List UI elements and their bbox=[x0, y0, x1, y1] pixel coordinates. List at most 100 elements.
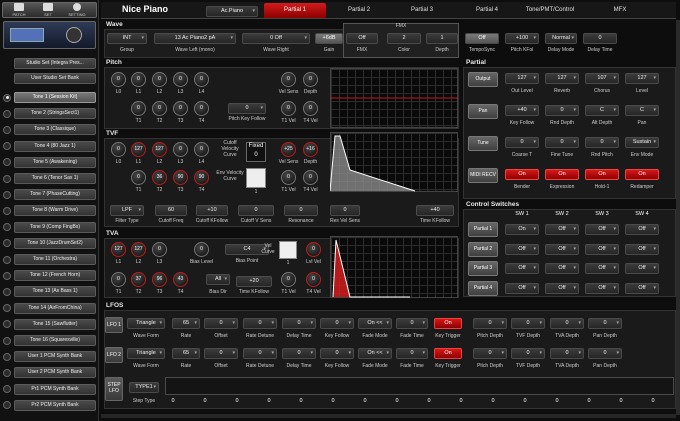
tvf-field[interactable]: +10 bbox=[196, 205, 228, 216]
lfo-field[interactable]: Triangle bbox=[127, 348, 165, 359]
partial-tune-field[interactable]: 0 bbox=[585, 137, 619, 148]
tva-vel-curve-box[interactable] bbox=[279, 241, 297, 259]
partial-pan-button[interactable]: Pan bbox=[468, 104, 498, 119]
tvf-level-knob[interactable]: 0 bbox=[111, 142, 126, 157]
sidebar-tone-item[interactable]: Tone 3 (Classique) bbox=[14, 124, 96, 136]
pitch-level-knob[interactable]: 0 bbox=[194, 72, 209, 87]
sidebar-tone-radio[interactable] bbox=[3, 271, 11, 280]
pitch-level-knob[interactable]: 0 bbox=[152, 72, 167, 87]
tva-time-knob[interactable]: 96 bbox=[152, 272, 167, 287]
wave-field[interactable]: +6dB bbox=[315, 33, 343, 44]
pitch-depth-knob[interactable]: 0 bbox=[303, 72, 318, 87]
step-value[interactable]: 0 bbox=[552, 398, 562, 404]
sidebar-tone-item[interactable]: Tone 15 (Sawflutter) bbox=[14, 318, 96, 330]
lfo-field[interactable]: 0 bbox=[243, 348, 277, 359]
tvf-env-curve-box[interactable] bbox=[246, 168, 266, 188]
sidebar-set-item[interactable]: User Studio Set Bank bbox=[14, 73, 96, 84]
step-value[interactable]: 0 bbox=[264, 398, 274, 404]
sidebar-tone-radio[interactable] bbox=[3, 174, 11, 183]
step-value[interactable]: 0 bbox=[616, 398, 626, 404]
sidebar-tone-item[interactable]: Tone 4 (80 Jazz 1) bbox=[14, 140, 96, 152]
tab-partial[interactable]: Tone/PMT/Control bbox=[519, 3, 581, 18]
step-value[interactable]: 0 bbox=[392, 398, 402, 404]
partial-pan-field[interactable]: C bbox=[625, 105, 659, 116]
control-switch-value[interactable]: Off bbox=[545, 243, 579, 255]
sidebar-tone-radio[interactable] bbox=[3, 206, 11, 215]
step-value[interactable]: 0 bbox=[168, 398, 178, 404]
sidebar-tone-item[interactable]: Tone 16 (Squaresville) bbox=[14, 335, 96, 346]
wave-field[interactable]: INT bbox=[107, 33, 147, 44]
control-switch-row-button[interactable]: Partial 3 bbox=[468, 261, 498, 276]
tvf-field[interactable]: 60 bbox=[155, 205, 187, 216]
lfo-field[interactable]: 0 bbox=[473, 348, 507, 359]
sidebar-tone-item[interactable]: Tone 10 (JazzDrumSet2) bbox=[14, 237, 96, 249]
tva-t1vel-knob[interactable]: 0 bbox=[281, 272, 296, 287]
tvf-level-knob[interactable]: 127 bbox=[152, 142, 167, 157]
control-switch-value[interactable]: Off bbox=[625, 282, 659, 294]
pitch-level-knob[interactable]: 0 bbox=[173, 72, 188, 87]
tva-time-knob[interactable]: 37 bbox=[131, 272, 146, 287]
lfo-field[interactable]: 65 bbox=[172, 318, 200, 329]
lfo-field[interactable]: 65 bbox=[172, 348, 200, 359]
tab-partial[interactable]: Partial 2 bbox=[328, 3, 390, 18]
setting-icon[interactable] bbox=[73, 3, 81, 11]
lfo-field[interactable]: 0 bbox=[320, 318, 354, 329]
tvf-time-knob[interactable]: 90 bbox=[173, 170, 188, 185]
tva-time-kfollow[interactable]: +20 bbox=[236, 276, 272, 287]
tvf-depth-knob[interactable]: +16 bbox=[303, 142, 318, 157]
sidebar-tone-item[interactable]: Tone 6 (Tenor Sax 1) bbox=[14, 173, 96, 184]
control-switch-value[interactable]: Off bbox=[545, 282, 579, 294]
sidebar-tone-item[interactable]: Tone 9 (Comp FingBs) bbox=[14, 221, 96, 233]
control-switch-row-button[interactable]: Partial 1 bbox=[468, 222, 498, 237]
lfo-field[interactable]: On << bbox=[358, 318, 392, 329]
pitch-time-knob[interactable]: 0 bbox=[194, 101, 209, 116]
partial-output-field[interactable]: 127 bbox=[625, 73, 659, 84]
tvf-time-knob[interactable]: 90 bbox=[194, 170, 209, 185]
partial-tune-field[interactable]: 0 bbox=[505, 137, 539, 148]
lfo-field[interactable]: 0 bbox=[204, 348, 238, 359]
lfo-field[interactable]: 0 bbox=[588, 318, 622, 329]
tva-lvl-vel-knob[interactable]: 0 bbox=[306, 242, 321, 257]
tva-level-knob[interactable]: 127 bbox=[131, 242, 146, 257]
lfo-field[interactable]: 0 bbox=[282, 318, 316, 329]
sidebar-tone-item[interactable]: Tone 14 (AirFromChina) bbox=[14, 302, 96, 314]
lfo-field[interactable]: 0 bbox=[550, 318, 584, 329]
wave-field[interactable]: +100 bbox=[505, 33, 539, 44]
sidebar-tone-item[interactable]: Pr2 PCM Synth Bank bbox=[14, 399, 96, 411]
tab-partial[interactable]: Partial 4 bbox=[456, 3, 518, 18]
partial-tune-field[interactable]: 0 bbox=[545, 137, 579, 148]
control-switch-value[interactable]: Off bbox=[545, 224, 579, 235]
partial-midi-button[interactable]: MIDI RECV bbox=[468, 168, 498, 183]
sidebar-tone-radio[interactable] bbox=[3, 255, 11, 264]
partial-midi-field[interactable]: On bbox=[585, 169, 619, 180]
lfo-field[interactable]: 0 bbox=[282, 348, 316, 359]
lfo-field[interactable]: On << bbox=[358, 348, 392, 359]
partial-output-field[interactable]: 127 bbox=[505, 73, 539, 84]
tab-partial[interactable]: MFX bbox=[584, 3, 656, 18]
pitch-time-knob[interactable]: 0 bbox=[173, 101, 188, 116]
pitch-level-knob[interactable]: 0 bbox=[131, 72, 146, 87]
tvf-field[interactable]: +40 bbox=[416, 205, 454, 216]
lfo-field[interactable]: 0 bbox=[588, 348, 622, 359]
partial-pan-field[interactable]: +40 bbox=[505, 105, 539, 116]
control-switch-row-button[interactable]: Partial 2 bbox=[468, 241, 498, 257]
sidebar-tone-item[interactable]: Tone 5 (Awakening) bbox=[14, 156, 96, 168]
step-value[interactable]: 0 bbox=[200, 398, 210, 404]
partial-output-field[interactable]: 107 bbox=[585, 73, 619, 84]
pitch-t4vel-knob[interactable]: 0 bbox=[303, 101, 318, 116]
wave-field[interactable]: Off bbox=[465, 33, 499, 44]
pitch-vel-sens-knob[interactable]: 0 bbox=[281, 72, 296, 87]
pitch-time-knob[interactable]: 0 bbox=[131, 101, 146, 116]
lfo-field[interactable]: 0 bbox=[396, 348, 428, 359]
tva-t4vel-knob[interactable]: 0 bbox=[306, 272, 321, 287]
tab-partial[interactable]: Partial 1 bbox=[264, 3, 326, 18]
category-select[interactable]: Ac.Piano bbox=[206, 6, 258, 17]
wave-field[interactable]: 0 Off bbox=[242, 33, 310, 44]
sidebar-tone-radio[interactable] bbox=[3, 109, 11, 118]
step-value[interactable]: 0 bbox=[328, 398, 338, 404]
sidebar-tone-radio[interactable] bbox=[3, 287, 11, 296]
wave-field[interactable]: Normal bbox=[545, 33, 577, 44]
step-value[interactable]: 0 bbox=[232, 398, 242, 404]
partial-midi-field[interactable]: On bbox=[625, 169, 659, 180]
sidebar-tone-radio[interactable] bbox=[3, 368, 11, 377]
